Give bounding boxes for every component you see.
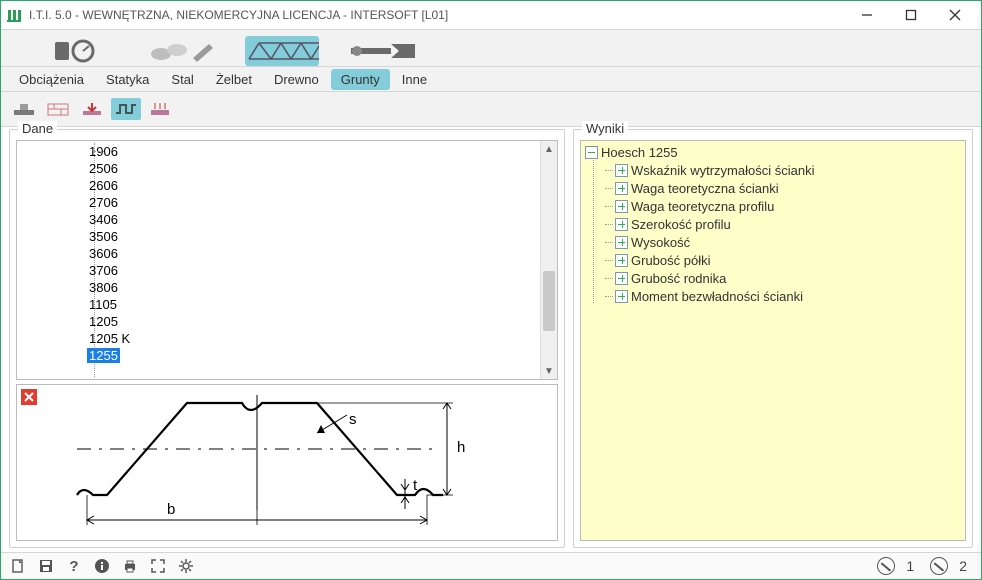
list-item-selected: 1255 — [17, 347, 541, 364]
results-item-label: Waga teoretyczna profilu — [631, 199, 774, 214]
expand-icon[interactable] — [615, 200, 628, 213]
new-file-icon[interactable] — [9, 557, 27, 575]
list-item: 3706 — [17, 262, 541, 279]
sub-toolbar — [1, 92, 981, 127]
list-item: 2606 — [17, 177, 541, 194]
results-tree-rail — [593, 153, 594, 303]
results-item[interactable]: Waga teoretyczna ścianki — [585, 179, 961, 197]
results-item[interactable]: Waga teoretyczna profilu — [585, 197, 961, 215]
tool-foundation-icon[interactable] — [9, 98, 39, 120]
title-bar: I.T.I. 5.0 - WEWNĘTRZNA, NIEKOMERCYJNA L… — [1, 1, 981, 30]
results-root[interactable]: Hoesch 1255 — [585, 143, 961, 161]
tool-wall-icon[interactable] — [43, 98, 73, 120]
results-item-label: Waga teoretyczna ścianki — [631, 181, 779, 196]
results-item-label: Grubość półki — [631, 253, 710, 268]
list-item: 1906 — [17, 143, 541, 160]
expand-icon[interactable] — [615, 236, 628, 249]
collapse-icon[interactable] — [585, 146, 598, 159]
category-statics-icon[interactable] — [143, 36, 217, 66]
wyniki-panel-label: Wyniki — [582, 121, 628, 136]
help-icon[interactable]: ? — [65, 557, 83, 575]
expand-icon[interactable] — [615, 290, 628, 303]
settings-icon[interactable] — [177, 557, 195, 575]
app-icon — [5, 6, 23, 24]
list-item: 3806 — [17, 279, 541, 296]
list-item: 2706 — [17, 194, 541, 211]
results-tree[interactable]: Hoesch 1255 Wskaźnik wytrzymałości ścian… — [580, 140, 966, 541]
tool-sheetpile-icon[interactable] — [111, 98, 141, 120]
fullscreen-icon[interactable] — [149, 557, 167, 575]
dane-panel-label: Dane — [18, 121, 57, 136]
status-bar: ? 1 2 — [1, 552, 981, 579]
close-button[interactable] — [933, 2, 977, 28]
window-title: I.T.I. 5.0 - WEWNĘTRZNA, NIEKOMERCYJNA L… — [29, 8, 845, 22]
profile-list[interactable]: 1906 2506 2606 2706 3406 3506 3606 3706 … — [16, 140, 558, 380]
dane-panel: Dane 1906 2506 2606 2706 3406 3506 3606 … — [9, 129, 565, 548]
results-item-label: Szerokość profilu — [631, 217, 731, 232]
results-item[interactable]: Szerokość profilu — [585, 215, 961, 233]
results-item-label: Grubość rodnika — [631, 271, 726, 286]
list-item: 1105 — [17, 296, 541, 313]
results-item-label: Wskaźnik wytrzymałości ścianki — [631, 163, 814, 178]
sheetpile-cross-section-icon — [17, 385, 557, 535]
category-truss-icon[interactable] — [245, 36, 319, 66]
app-window: I.T.I. 5.0 - WEWNĘTRZNA, NIEKOMERCYJNA L… — [0, 0, 982, 580]
list-item: 3406 — [17, 211, 541, 228]
results-item[interactable]: Grubość rodnika — [585, 269, 961, 287]
list-scrollbar[interactable]: ▲ ▼ — [540, 141, 557, 379]
scroll-thumb[interactable] — [543, 271, 555, 331]
diagram-label-h: h — [457, 439, 465, 456]
status-number-1: 1 — [906, 558, 914, 574]
results-item[interactable]: Wysokość — [585, 233, 961, 251]
list-item: 3506 — [17, 228, 541, 245]
minimize-button[interactable] — [845, 2, 889, 28]
status-indicator-2-icon — [930, 557, 948, 575]
status-number-2: 2 — [959, 558, 967, 574]
category-loads-icon[interactable] — [41, 36, 115, 66]
tool-heat-icon[interactable] — [145, 98, 175, 120]
list-item: 2506 — [17, 160, 541, 177]
tab-stal[interactable]: Stal — [161, 69, 203, 90]
expand-icon[interactable] — [615, 272, 628, 285]
diagram-label-s: s — [349, 411, 357, 428]
tab-drewno[interactable]: Drewno — [264, 69, 329, 90]
results-item-label: Moment bezwładności ścianki — [631, 289, 803, 304]
tab-bar: Obciążenia Statyka Stal Żelbet Drewno Gr… — [1, 67, 981, 92]
info-icon[interactable] — [93, 557, 111, 575]
diagram-label-t: t — [413, 477, 417, 494]
category-toolbar — [1, 30, 981, 67]
wyniki-panel: Wyniki Hoesch 1255 Wskaźnik wytrzymałośc… — [573, 129, 973, 548]
category-wrench-icon[interactable] — [347, 36, 421, 66]
tab-statyka[interactable]: Statyka — [96, 69, 159, 90]
tab-inne[interactable]: Inne — [392, 69, 437, 90]
list-item: 1205 K — [17, 330, 541, 347]
results-item-label: Wysokość — [631, 235, 690, 250]
save-icon[interactable] — [37, 557, 55, 575]
expand-icon[interactable] — [615, 218, 628, 231]
diagram-label-b: b — [167, 501, 175, 518]
expand-icon[interactable] — [615, 254, 628, 267]
scroll-up-icon[interactable]: ▲ — [541, 141, 557, 157]
print-icon[interactable] — [121, 557, 139, 575]
status-indicator-1-icon — [877, 557, 895, 575]
maximize-button[interactable] — [889, 2, 933, 28]
tab-zelbet[interactable]: Żelbet — [206, 69, 262, 90]
expand-icon[interactable] — [615, 182, 628, 195]
tab-obciazenia[interactable]: Obciążenia — [9, 69, 94, 90]
scroll-down-icon[interactable]: ▼ — [541, 363, 557, 379]
results-item[interactable]: Grubość półki — [585, 251, 961, 269]
tool-load-arrow-icon[interactable] — [77, 98, 107, 120]
results-item[interactable]: Wskaźnik wytrzymałości ścianki — [585, 161, 961, 179]
profile-diagram: s h t b — [16, 384, 558, 541]
list-item: 1205 — [17, 313, 541, 330]
expand-icon[interactable] — [615, 164, 628, 177]
results-item[interactable]: Moment bezwładności ścianki — [585, 287, 961, 305]
list-item: 3606 — [17, 245, 541, 262]
results-root-label: Hoesch 1255 — [601, 145, 678, 160]
tab-grunty[interactable]: Grunty — [331, 69, 390, 90]
main-area: Dane 1906 2506 2606 2706 3406 3506 3606 … — [1, 127, 981, 552]
